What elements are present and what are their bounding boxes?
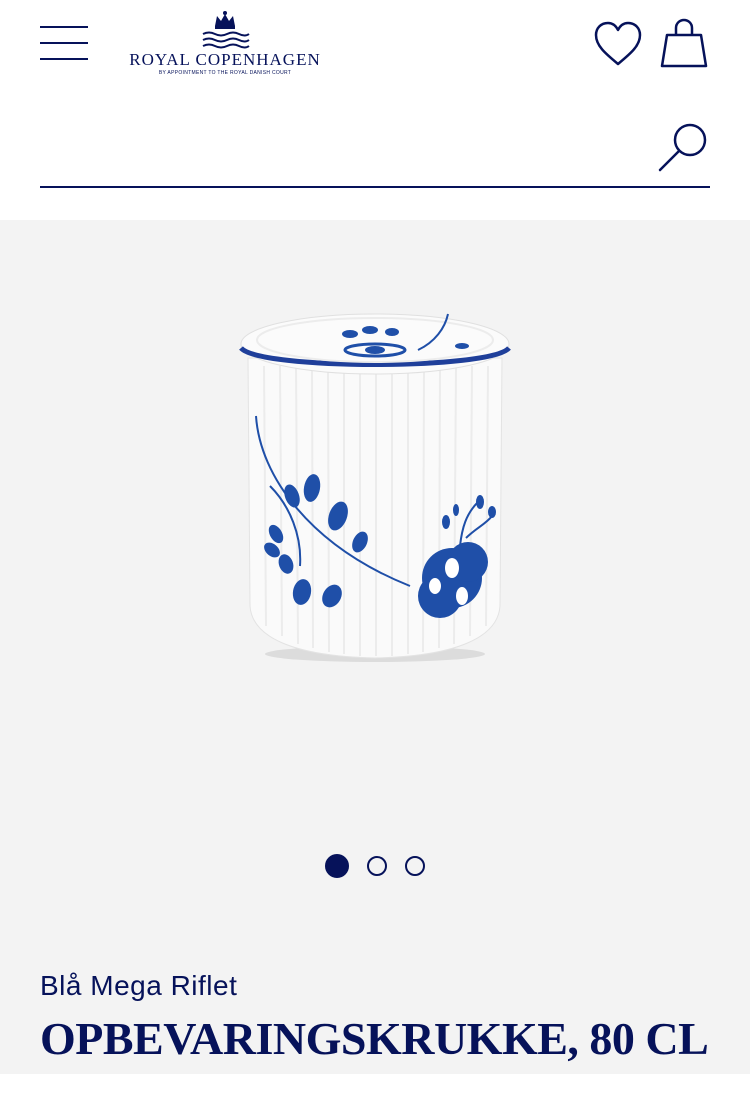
logo-text: ROYAL COPENHAGEN (129, 50, 321, 69)
hamburger-line (40, 26, 88, 28)
logo-subtext: BY APPOINTMENT TO THE ROYAL DANISH COURT (158, 70, 292, 76)
heart-icon (594, 21, 642, 66)
shopping-bag-button[interactable] (658, 16, 710, 72)
search-icon (658, 123, 707, 172)
search-input[interactable] (40, 126, 644, 178)
product-gallery[interactable]: Blå Mega Riflet OPBEVARINGSKRUKKE, 80 CL (0, 220, 750, 1074)
product-title: OPBEVARINGSKRUKKE, 80 CL (40, 1013, 709, 1064)
menu-button[interactable] (40, 24, 88, 64)
brand-logo[interactable]: ROYAL COPENHAGEN BY APPOINTMENT TO THE R… (118, 10, 332, 80)
gallery-dot-1[interactable] (325, 854, 349, 878)
gallery-pagination (0, 854, 750, 880)
wishlist-button[interactable] (592, 18, 644, 70)
product-image[interactable] (230, 306, 520, 666)
gallery-dot-2[interactable] (367, 856, 387, 876)
search-bar (40, 116, 710, 188)
bottom-strip (0, 1074, 750, 1094)
search-button[interactable] (656, 120, 712, 176)
shopping-bag-icon (660, 18, 708, 68)
hamburger-line (40, 58, 88, 60)
crown-waves-icon (202, 11, 250, 49)
page: ROYAL COPENHAGEN BY APPOINTMENT TO THE R… (0, 0, 750, 1094)
gallery-dot-3[interactable] (405, 856, 425, 876)
site-header: ROYAL COPENHAGEN BY APPOINTMENT TO THE R… (0, 0, 750, 220)
hamburger-line (40, 42, 88, 44)
product-collection[interactable]: Blå Mega Riflet (40, 970, 237, 1002)
